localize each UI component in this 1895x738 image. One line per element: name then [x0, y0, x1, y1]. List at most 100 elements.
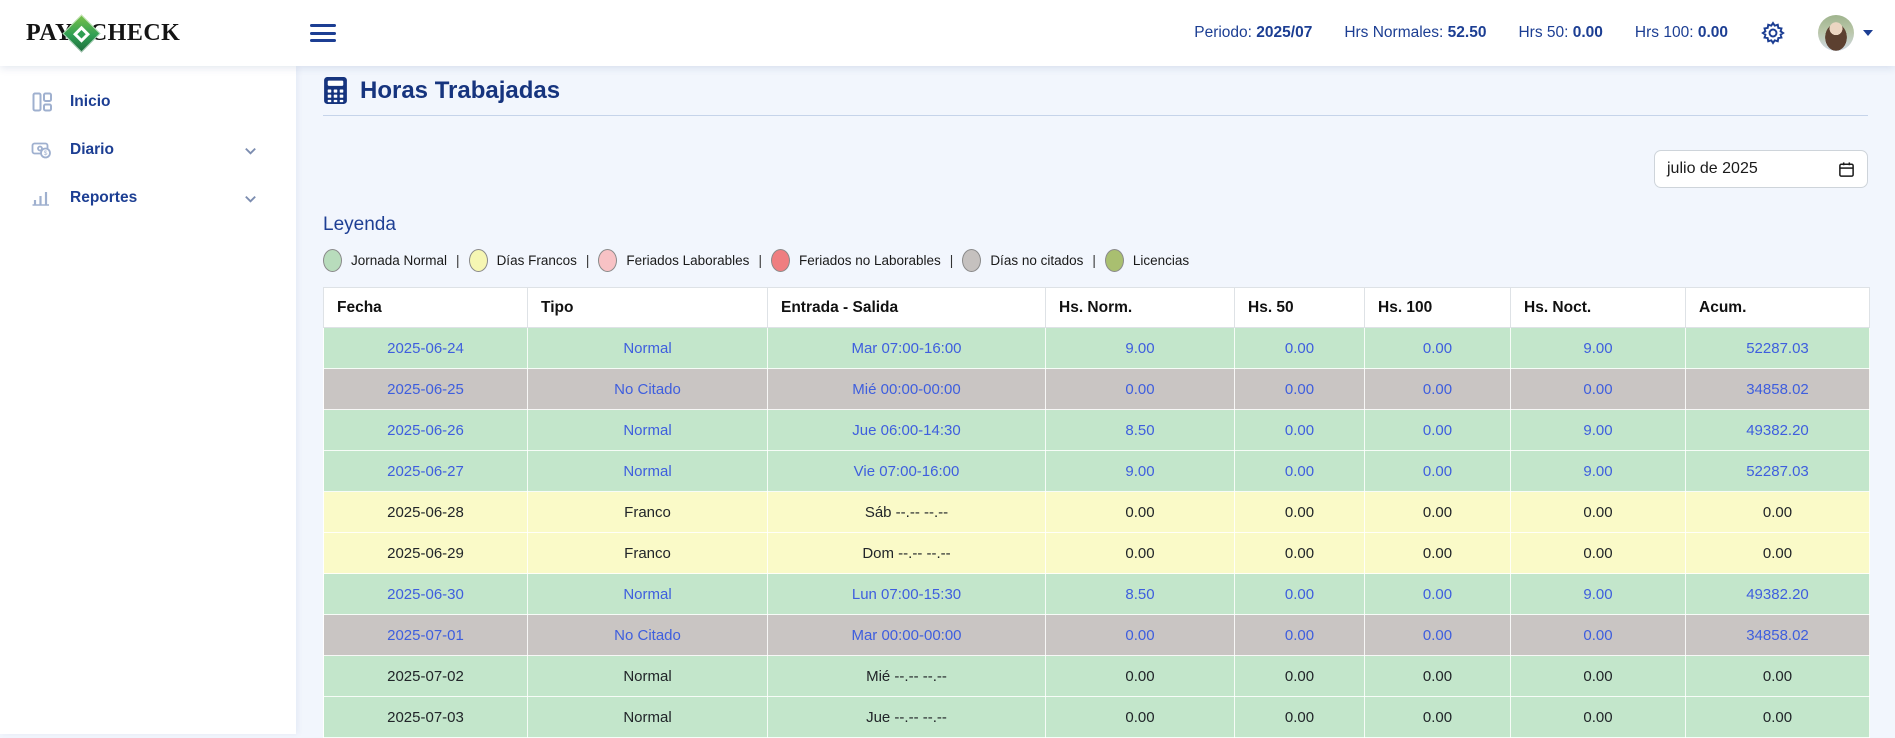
sidebar: Inicio $ Diario Reportes — [0, 66, 296, 734]
cell-entrada-salida: Sáb --.-- --.-- — [768, 492, 1046, 533]
legend-item: Licencias — [1105, 249, 1189, 272]
cell-fecha: 2025-06-28 — [324, 492, 528, 533]
table-row[interactable]: 2025-06-30 Normal Lun 07:00-15:30 8.50 0… — [324, 574, 1870, 615]
cell-hs-100: 0.00 — [1365, 574, 1511, 615]
cell-hs-noct: 9.00 — [1511, 410, 1686, 451]
chevron-down-icon — [243, 191, 258, 206]
col-header-entrada-salida: Entrada - Salida — [768, 288, 1046, 328]
sidebar-item-label: Diario — [70, 141, 114, 159]
cell-acum: 52287.03 — [1686, 451, 1870, 492]
cell-tipo: Normal — [528, 697, 768, 738]
hours-table-body: 2025-06-24 Normal Mar 07:00-16:00 9.00 0… — [324, 328, 1870, 738]
col-header-hs-norm: Hs. Norm. — [1046, 288, 1235, 328]
cell-tipo: Normal — [528, 328, 768, 369]
col-header-hs-noct: Hs. Noct. — [1511, 288, 1686, 328]
cell-fecha: 2025-06-30 — [324, 574, 528, 615]
sidebar-item-label: Inicio — [70, 93, 110, 111]
cell-acum: 0.00 — [1686, 533, 1870, 574]
topbar-stats: Periodo: 2025/07 Hrs Normales: 52.50 Hrs… — [1194, 15, 1895, 51]
sidebar-item-reportes[interactable]: Reportes — [0, 174, 296, 222]
cell-fecha: 2025-06-27 — [324, 451, 528, 492]
table-row[interactable]: 2025-06-29 Franco Dom --.-- --.-- 0.00 0… — [324, 533, 1870, 574]
picker-row: julio de 2025 — [323, 150, 1868, 188]
cell-tipo: No Citado — [528, 369, 768, 410]
cell-entrada-salida: Mié --.-- --.-- — [768, 656, 1046, 697]
col-header-acum: Acum. — [1686, 288, 1870, 328]
cell-acum: 52287.03 — [1686, 328, 1870, 369]
cell-hs-noct: 0.00 — [1511, 369, 1686, 410]
table-header-row: Fecha Tipo Entrada - Salida Hs. Norm. Hs… — [324, 288, 1870, 328]
stat-hrs-normales: Hrs Normales: 52.50 — [1344, 24, 1486, 42]
calendar-icon[interactable] — [1838, 161, 1855, 178]
legend-swatch-feriados-laborables — [598, 249, 617, 272]
bar-chart-icon — [30, 186, 54, 210]
cell-hs-norm: 9.00 — [1046, 451, 1235, 492]
table-row[interactable]: 2025-06-24 Normal Mar 07:00-16:00 9.00 0… — [324, 328, 1870, 369]
sidebar-item-diario[interactable]: $ Diario — [0, 126, 296, 174]
table-row[interactable]: 2025-07-02 Normal Mié --.-- --.-- 0.00 0… — [324, 656, 1870, 697]
cell-acum: 49382.20 — [1686, 574, 1870, 615]
col-header-fecha: Fecha — [324, 288, 528, 328]
stat-hrs-100: Hrs 100: 0.00 — [1635, 24, 1728, 42]
col-header-hs-100: Hs. 100 — [1365, 288, 1511, 328]
legend-swatch-licencias — [1105, 249, 1124, 272]
cell-hs-50: 0.00 — [1235, 656, 1365, 697]
legend-item: Feriados Laborables — [598, 249, 749, 272]
cell-hs-noct: 9.00 — [1511, 328, 1686, 369]
cell-hs-norm: 0.00 — [1046, 492, 1235, 533]
cell-hs-50: 0.00 — [1235, 615, 1365, 656]
cell-tipo: Normal — [528, 410, 768, 451]
cell-hs-norm: 0.00 — [1046, 615, 1235, 656]
user-menu[interactable] — [1818, 15, 1873, 51]
legend-item: Feriados no Laborables — [771, 249, 941, 272]
cell-tipo: Normal — [528, 656, 768, 697]
table-row[interactable]: 2025-06-27 Normal Vie 07:00-16:00 9.00 0… — [324, 451, 1870, 492]
table-row[interactable]: 2025-06-26 Normal Jue 06:00-14:30 8.50 0… — [324, 410, 1870, 451]
logo-text-check: CHECK — [90, 20, 181, 47]
table-row[interactable]: 2025-07-01 No Citado Mar 00:00-00:00 0.0… — [324, 615, 1870, 656]
cell-acum: 34858.02 — [1686, 615, 1870, 656]
cell-hs-norm: 0.00 — [1046, 369, 1235, 410]
cell-hs-50: 0.00 — [1235, 410, 1365, 451]
cell-hs-noct: 0.00 — [1511, 656, 1686, 697]
cell-hs-50: 0.00 — [1235, 328, 1365, 369]
cell-entrada-salida: Jue --.-- --.-- — [768, 697, 1046, 738]
money-icon: $ — [30, 138, 54, 162]
cell-hs-norm: 0.00 — [1046, 656, 1235, 697]
top-bar: PAY CHECK Periodo: 2025/07 Hrs Normales:… — [0, 0, 1895, 66]
menu-toggle-icon[interactable] — [310, 22, 338, 44]
legend-separator: | — [950, 253, 954, 268]
svg-text:$: $ — [44, 150, 48, 157]
page-title: Horas Trabajadas — [360, 77, 560, 105]
user-avatar[interactable] — [1818, 15, 1854, 51]
cell-tipo: No Citado — [528, 615, 768, 656]
cell-entrada-salida: Mar 07:00-16:00 — [768, 328, 1046, 369]
legend-swatch-jornada-normal — [323, 249, 342, 272]
sidebar-item-inicio[interactable]: Inicio — [0, 78, 296, 126]
table-row[interactable]: 2025-06-28 Franco Sáb --.-- --.-- 0.00 0… — [324, 492, 1870, 533]
cell-tipo: Franco — [528, 533, 768, 574]
month-picker[interactable]: julio de 2025 — [1654, 150, 1868, 188]
cell-hs-norm: 8.50 — [1046, 410, 1235, 451]
cell-hs-50: 0.00 — [1235, 697, 1365, 738]
cell-entrada-salida: Vie 07:00-16:00 — [768, 451, 1046, 492]
cell-entrada-salida: Lun 07:00-15:30 — [768, 574, 1046, 615]
cell-hs-norm: 0.00 — [1046, 533, 1235, 574]
cell-hs-50: 0.00 — [1235, 533, 1365, 574]
cell-entrada-salida: Dom --.-- --.-- — [768, 533, 1046, 574]
app-logo[interactable]: PAY CHECK — [0, 20, 296, 47]
cell-hs-noct: 9.00 — [1511, 574, 1686, 615]
cell-acum: 0.00 — [1686, 656, 1870, 697]
legend-item: Días Francos — [469, 249, 577, 272]
stat-hrs-50: Hrs 50: 0.00 — [1518, 24, 1602, 42]
cell-hs-100: 0.00 — [1365, 697, 1511, 738]
cell-fecha: 2025-06-29 — [324, 533, 528, 574]
page-title-row: Horas Trabajadas — [323, 76, 1868, 116]
table-row[interactable]: 2025-06-25 No Citado Mié 00:00-00:00 0.0… — [324, 369, 1870, 410]
cell-hs-50: 0.00 — [1235, 451, 1365, 492]
legend-separator: | — [586, 253, 590, 268]
cell-entrada-salida: Jue 06:00-14:30 — [768, 410, 1046, 451]
cell-hs-100: 0.00 — [1365, 328, 1511, 369]
table-row[interactable]: 2025-07-03 Normal Jue --.-- --.-- 0.00 0… — [324, 697, 1870, 738]
settings-gear-icon[interactable] — [1760, 20, 1786, 46]
